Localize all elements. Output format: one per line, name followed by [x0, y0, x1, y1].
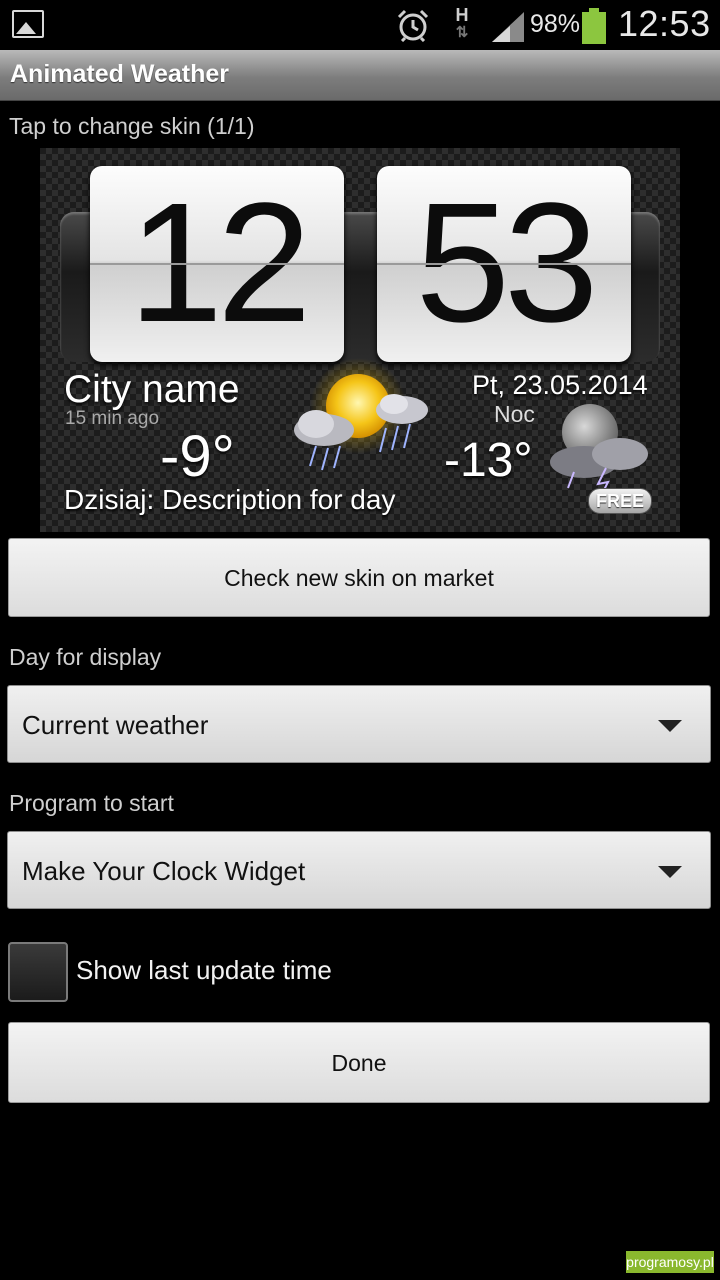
alarm-icon — [397, 9, 429, 42]
gallery-icon — [12, 10, 44, 38]
battery-percent: 98% — [530, 10, 581, 38]
day-description: Dzisiaj: Description for day — [64, 484, 396, 515]
program-start-value: Make Your Clock Widget — [22, 856, 306, 886]
status-bar: H ⇅ 98% 12:53 — [0, 0, 720, 50]
show-update-checkbox[interactable] — [8, 942, 68, 1002]
show-update-label[interactable]: Show last update time — [76, 955, 332, 986]
skin-label: Tap to change skin (1/1) — [9, 113, 255, 139]
hour-flip-card: 12 — [90, 166, 344, 362]
signal-icon — [492, 12, 524, 42]
dropdown-arrow-icon — [658, 866, 682, 878]
check-skin-button[interactable]: Check new skin on market — [8, 538, 710, 617]
battery-icon — [582, 8, 606, 44]
done-button[interactable]: Done — [8, 1022, 710, 1103]
clock-minute: 53 — [415, 168, 598, 358]
program-start-dropdown[interactable]: Make Your Clock Widget — [7, 831, 711, 909]
status-time: 12:53 — [618, 3, 711, 44]
minute-flip-card: 53 — [377, 166, 631, 362]
night-temperature: -13° — [444, 434, 533, 487]
night-label: Noc — [494, 401, 535, 427]
free-badge: FREE — [588, 488, 652, 514]
app-title: Animated Weather — [10, 60, 230, 88]
app-title-bar: Animated Weather — [0, 50, 720, 101]
network-type-text: H — [455, 5, 469, 25]
hspa-icon: H ⇅ — [455, 5, 469, 41]
city-name: City name — [64, 368, 240, 411]
dropdown-arrow-icon — [658, 720, 682, 732]
day-display-value: Current weather — [22, 710, 209, 740]
program-start-label: Program to start — [9, 790, 174, 816]
updated-ago: 15 min ago — [65, 408, 160, 429]
widget-skin-preview[interactable]: 12 53 City name 15 min ago -9° Dzisiaj: … — [40, 148, 680, 532]
sun-cloud-rain-icon — [294, 358, 428, 471]
moon-storm-icon — [550, 404, 648, 498]
current-temperature: -9° — [160, 424, 235, 489]
clock-hour: 12 — [128, 168, 311, 358]
watermark: programosy.pl — [626, 1251, 714, 1273]
day-display-dropdown[interactable]: Current weather — [7, 685, 711, 763]
day-display-label: Day for display — [9, 644, 162, 670]
widget-date: Pt, 23.05.2014 — [472, 370, 648, 400]
